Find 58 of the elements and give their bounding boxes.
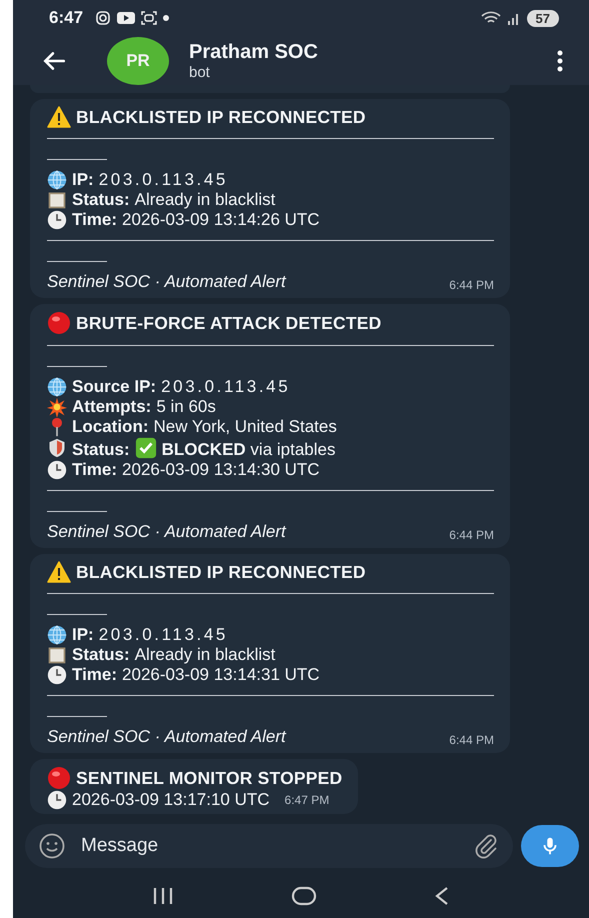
paperclip-icon[interactable]	[473, 832, 499, 859]
screen-icon	[141, 10, 158, 26]
emoji-icon[interactable]	[39, 832, 65, 859]
alert-title: BLACKLISTED IP RECONNECTED	[76, 106, 366, 127]
field-text: Time: 2026-03-09 13:14:26 UTC	[72, 210, 320, 230]
alert-footer: Sentinel SOC · Automated Alert	[47, 272, 286, 292]
warning-icon	[47, 560, 71, 583]
message-time: 6:44 PM	[449, 528, 494, 542]
play-icon	[117, 11, 136, 26]
clock-icon	[47, 210, 67, 230]
check-icon	[134, 436, 157, 459]
field-text: Status: Already in blacklist	[72, 644, 276, 665]
field-text: Attempts: 5 in 60s	[72, 396, 216, 417]
microphone-button[interactable]	[521, 824, 579, 867]
message-time: 6:47 PM	[284, 792, 330, 809]
shield-icon	[47, 438, 67, 458]
chat-title[interactable]: Pratham SOC	[189, 40, 557, 64]
field-text: Source IP: 203.0.113.45	[72, 376, 290, 397]
field-text: Time: 2026-03-09 13:14:30 UTC	[72, 460, 320, 480]
recent-apps-icon[interactable]	[152, 886, 174, 906]
field-text: IP: 203.0.113.45	[72, 170, 228, 190]
more-menu-icon[interactable]	[557, 50, 563, 72]
signal-icon	[506, 11, 521, 26]
siren-dot-icon	[47, 766, 71, 790]
home-icon[interactable]	[290, 886, 317, 906]
message-input[interactable]: Message	[79, 834, 459, 858]
field-text: Status: Already in blacklist	[72, 190, 276, 210]
warning-icon	[47, 106, 71, 128]
dot-icon	[163, 15, 170, 22]
box-icon	[47, 190, 67, 210]
alert-title: BLACKLISTED IP RECONNECTED	[76, 562, 366, 582]
clock-icon	[47, 790, 67, 810]
siren-dot-icon	[47, 310, 71, 335]
box-icon	[47, 644, 67, 665]
field-text: Time: 2026-03-09 13:14:31 UTC	[72, 664, 320, 685]
message-time: 6:44 PM	[449, 732, 494, 747]
clock-icon	[47, 664, 67, 685]
field-text: Location: New York, United States	[72, 416, 337, 437]
message-time: 6:44 PM	[449, 278, 494, 292]
wifi-icon	[480, 11, 501, 26]
alert-footer: Sentinel SOC · Automated Alert	[47, 726, 286, 747]
globe-icon	[47, 170, 67, 190]
camera-icon	[95, 10, 112, 26]
field-text: Status: BLOCKED via iptables	[72, 436, 336, 460]
globe-icon	[47, 376, 67, 397]
chat-subtitle: bot	[189, 64, 211, 81]
burst-icon	[47, 396, 67, 417]
battery-indicator: 57	[526, 10, 559, 27]
globe-icon	[47, 624, 67, 645]
field-text: IP: 203.0.113.45	[72, 624, 228, 645]
status-time: 6:47	[49, 8, 84, 28]
alert-title: SENTINEL MONITOR STOPPED	[76, 768, 342, 788]
message-field[interactable]: Message	[25, 824, 513, 868]
field-text: 2026-03-09 13:17:10 UTC	[72, 790, 270, 810]
alert-title: BRUTE-FORCE ATTACK DETECTED	[76, 312, 382, 333]
alert-footer: Sentinel SOC · Automated Alert	[47, 522, 286, 542]
clock-icon	[47, 460, 67, 480]
back-icon[interactable]	[434, 886, 450, 906]
